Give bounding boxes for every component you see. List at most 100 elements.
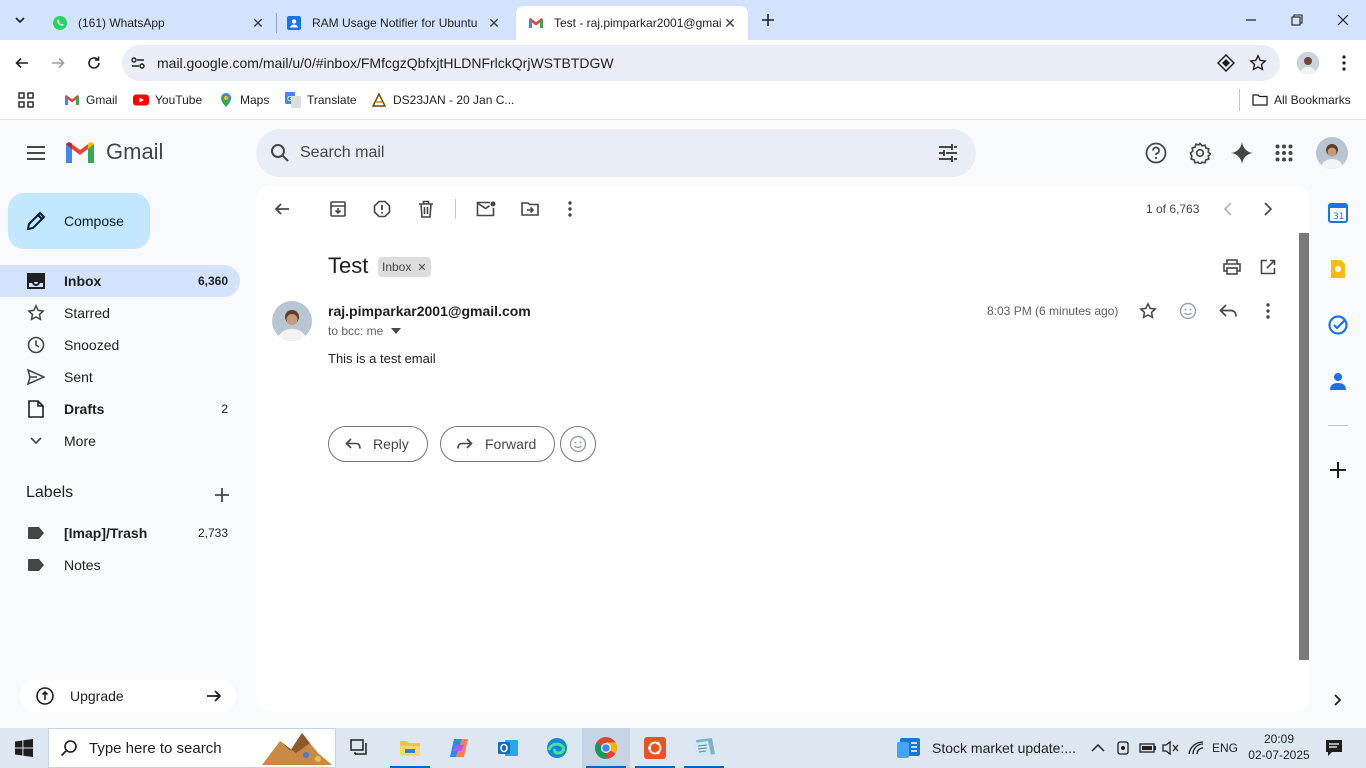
task-view-icon[interactable] (336, 728, 384, 768)
search-icon[interactable] (260, 133, 300, 173)
bookmark-translate[interactable]: G Translate (285, 90, 357, 110)
clock-icon (26, 335, 46, 355)
volume-muted-icon[interactable] (1162, 740, 1180, 756)
get-addons-icon[interactable] (1316, 448, 1360, 492)
close-tab-icon[interactable]: ✕ (486, 15, 502, 31)
bookmark-maps[interactable]: Maps (218, 90, 269, 110)
forward-button[interactable]: Forward (440, 426, 556, 462)
close-tab-icon[interactable]: ✕ (722, 15, 738, 31)
news-widget[interactable]: Stock market update:... (890, 728, 1080, 768)
print-icon[interactable] (1212, 247, 1252, 287)
calendar-app-icon[interactable]: 31 (1316, 191, 1360, 235)
tab-ram-usage[interactable]: RAM Usage Notifier for Ubuntu ✕ (274, 6, 512, 40)
older-chevron-icon[interactable] (1248, 189, 1288, 229)
scrollbar-thumb[interactable] (1299, 233, 1309, 660)
wifi-icon[interactable] (1187, 740, 1205, 756)
close-tab-icon[interactable]: ✕ (250, 15, 266, 31)
help-icon[interactable] (1136, 133, 1176, 173)
account-avatar[interactable] (1316, 137, 1348, 169)
inbox-icon (26, 271, 46, 291)
sidebar-item-snoozed[interactable]: Snoozed (0, 329, 240, 361)
gemini-sparkle-icon[interactable] (1222, 133, 1262, 173)
chrome-browser-icon[interactable] (582, 728, 630, 768)
add-label-icon[interactable] (202, 475, 242, 515)
notes-app-icon[interactable] (680, 728, 728, 768)
apps-grid-icon[interactable] (18, 92, 34, 108)
bookmark-label: Gmail (86, 93, 118, 107)
emoji-react-icon[interactable] (1168, 291, 1208, 331)
sender-email[interactable]: raj.pimparkar2001@gmail.com (328, 303, 531, 319)
tab-whatsapp[interactable]: (161) WhatsApp ✕ (40, 6, 276, 40)
mark-unread-icon[interactable] (466, 189, 506, 229)
tab-gmail[interactable]: Test - raj.pimparkar2001@gmail.com ✕ (516, 6, 748, 40)
emoji-reaction-button[interactable] (560, 426, 596, 462)
ubuntu-app-icon[interactable] (631, 728, 679, 768)
close-window-icon[interactable] (1320, 0, 1366, 40)
delete-trash-icon[interactable] (406, 189, 446, 229)
bookmark-star-icon[interactable] (1242, 47, 1274, 79)
back-icon[interactable] (6, 47, 38, 79)
minimize-icon[interactable] (1228, 0, 1274, 40)
hide-panel-chevron-icon[interactable] (1316, 678, 1360, 722)
sidebar-item-inbox[interactable]: Inbox 6,360 (0, 265, 240, 297)
edge-browser-icon[interactable] (533, 728, 581, 768)
recipients-line[interactable]: to bcc: me (328, 324, 402, 338)
sidebar-item-drafts[interactable]: Drafts 2 (0, 393, 240, 425)
tab-search-icon[interactable] (4, 4, 36, 36)
sender-avatar[interactable] (272, 301, 312, 341)
system-clock[interactable]: 20:09 02-07-2025 (1244, 731, 1314, 763)
star-message-icon[interactable] (1128, 291, 1168, 331)
message-more-icon[interactable] (1248, 291, 1288, 331)
windows-start-icon[interactable] (0, 728, 48, 768)
forward-icon[interactable] (42, 47, 74, 79)
google-apps-icon[interactable] (1264, 133, 1304, 173)
sidebar-item-starred[interactable]: Starred (0, 297, 240, 329)
sidebar-item-label: Snoozed (64, 337, 120, 353)
site-settings-icon[interactable] (129, 54, 147, 72)
upgrade-button[interactable]: Upgrade (20, 680, 236, 712)
show-hidden-icons-chevron-icon[interactable] (1090, 740, 1106, 756)
reply-button[interactable]: Reply (328, 426, 428, 462)
label-notes[interactable]: Notes (0, 549, 240, 581)
copilot-icon[interactable] (435, 728, 483, 768)
restore-icon[interactable] (1274, 0, 1320, 40)
reload-icon[interactable] (78, 47, 110, 79)
archive-icon[interactable] (318, 189, 358, 229)
search-options-icon[interactable] (928, 133, 968, 173)
sidebar-item-sent[interactable]: Sent (0, 361, 240, 393)
main-menu-icon[interactable] (16, 133, 56, 173)
details-dropdown-icon[interactable] (391, 328, 402, 334)
file-explorer-icon[interactable] (386, 728, 434, 768)
language-indicator[interactable]: ENG (1212, 741, 1238, 755)
settings-gear-icon[interactable] (1180, 133, 1220, 173)
notification-center-icon[interactable] (1324, 738, 1344, 758)
search-mail-input[interactable]: Search mail (256, 129, 976, 177)
label-name: [Imap]/Trash (64, 525, 148, 541)
bookmark-ds23jan[interactable]: DS23JAN - 20 Jan C... (371, 90, 514, 110)
tasks-app-icon[interactable] (1316, 303, 1360, 347)
open-new-window-icon[interactable] (1248, 247, 1288, 287)
profile-avatar[interactable] (1297, 52, 1319, 74)
rail-divider (1328, 425, 1348, 426)
more-options-icon[interactable] (550, 189, 590, 229)
sidebar-item-more[interactable]: More (0, 425, 240, 457)
bookmark-youtube[interactable]: YouTube (133, 90, 202, 110)
back-to-inbox-icon[interactable] (262, 189, 302, 229)
all-bookmarks[interactable]: All Bookmarks (1252, 90, 1351, 110)
keep-app-icon[interactable] (1316, 247, 1360, 291)
label-imap-trash[interactable]: [Imap]/Trash 2,733 (0, 517, 240, 549)
move-to-icon[interactable] (510, 189, 550, 229)
reply-icon[interactable] (1208, 291, 1248, 331)
remove-tag-icon[interactable]: ✕ (417, 261, 426, 274)
report-spam-icon[interactable] (362, 189, 402, 229)
bookmark-gmail[interactable]: Gmail (64, 90, 117, 110)
browser-menu-icon[interactable] (1328, 47, 1360, 79)
extension-icon[interactable] (1210, 47, 1242, 79)
address-bar[interactable]: mail.google.com/mail/u/0/#inbox/FMfcgzQb… (122, 45, 1280, 81)
contacts-app-icon[interactable] (1316, 359, 1360, 403)
meet-now-icon[interactable] (1115, 740, 1131, 756)
gmail-logo[interactable]: Gmail (64, 139, 163, 165)
new-tab-icon[interactable] (752, 4, 784, 36)
outlook-icon[interactable] (484, 728, 532, 768)
newer-chevron-icon[interactable] (1208, 189, 1248, 229)
